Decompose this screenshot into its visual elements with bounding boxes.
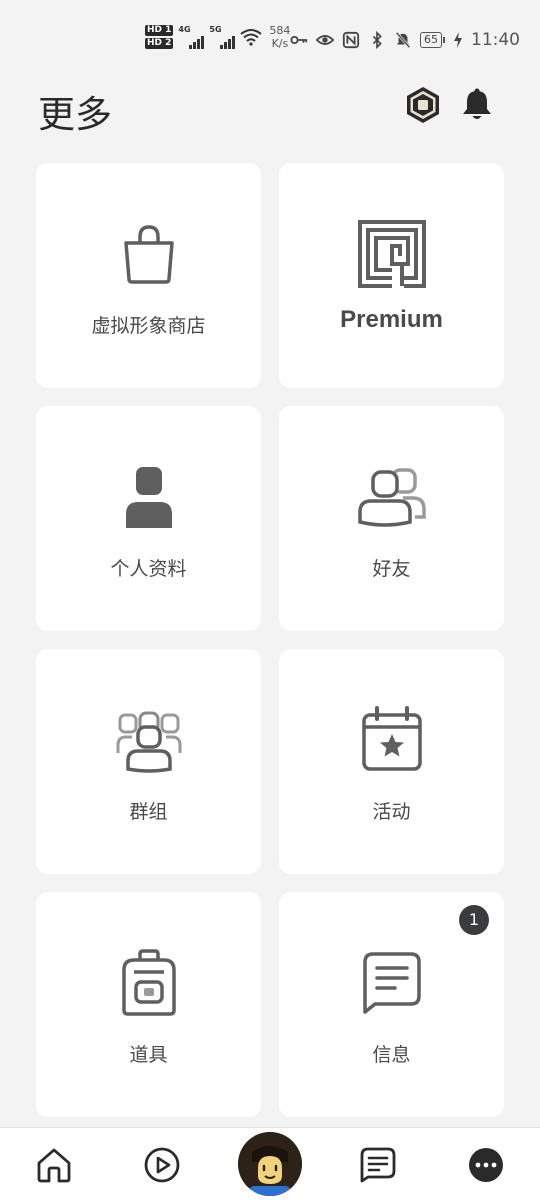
tile-label: 道具 bbox=[129, 1044, 168, 1066]
status-bar: HD 1 HD 2 4G 5G 584 K/s 65 11:40 bbox=[0, 0, 540, 80]
tile-profile[interactable]: 个人资料 bbox=[36, 406, 261, 631]
tile-inventory[interactable]: 道具 bbox=[36, 892, 261, 1117]
tile-friends[interactable]: 好友 bbox=[279, 406, 504, 631]
message-icon bbox=[362, 952, 421, 1014]
friends-icon bbox=[357, 468, 426, 527]
status-bar-left: HD 1 HD 2 4G 5G 584 K/s bbox=[145, 24, 290, 50]
nfc-icon bbox=[342, 31, 360, 49]
tile-messages[interactable]: 1 信息 bbox=[279, 892, 504, 1117]
signal-bars-icon bbox=[220, 36, 236, 49]
net2-label: 5G bbox=[209, 25, 222, 34]
speed-unit: K/s bbox=[271, 37, 289, 50]
chat-icon bbox=[360, 1147, 396, 1183]
tile-label: 虚拟形象商店 bbox=[91, 315, 206, 337]
backpack-icon bbox=[121, 949, 176, 1016]
more-menu-grid: 虚拟形象商店 Premium 个人资料 好友 群组 活动 道具 1 信息 bbox=[36, 163, 504, 1117]
hd2-label: HD 2 bbox=[145, 38, 174, 49]
tile-avatar-shop[interactable]: 虚拟形象商店 bbox=[36, 163, 261, 388]
signal-bars-icon bbox=[189, 36, 205, 49]
tile-label: 信息 bbox=[372, 1044, 411, 1066]
tile-label: 个人资料 bbox=[110, 558, 187, 580]
tile-label: Premium bbox=[340, 306, 443, 333]
page-title: 更多 bbox=[38, 93, 112, 136]
notifications-button[interactable] bbox=[458, 86, 496, 124]
robux-button[interactable] bbox=[404, 86, 442, 124]
avatar-image bbox=[238, 1132, 302, 1196]
tile-groups[interactable]: 群组 bbox=[36, 649, 261, 874]
clock: 11:40 bbox=[471, 30, 520, 50]
signal-5g: 5G bbox=[209, 25, 236, 49]
robux-icon bbox=[407, 87, 439, 123]
battery-icon: 65 bbox=[420, 32, 445, 48]
bluetooth-icon bbox=[372, 31, 382, 49]
hd-indicators: HD 1 HD 2 bbox=[145, 25, 174, 49]
tile-label: 好友 bbox=[372, 558, 411, 580]
tile-premium[interactable]: Premium bbox=[279, 163, 504, 388]
avatar[interactable] bbox=[238, 1132, 302, 1196]
net1-label: 4G bbox=[178, 25, 191, 34]
tile-label: 活动 bbox=[372, 801, 411, 823]
key-icon bbox=[290, 35, 308, 45]
unread-badge: 1 bbox=[459, 905, 489, 935]
network-speed: 584 K/s bbox=[269, 24, 290, 50]
nav-chat[interactable] bbox=[358, 1145, 398, 1185]
bell-icon bbox=[463, 88, 491, 119]
profile-icon bbox=[125, 467, 172, 528]
premium-icon bbox=[357, 220, 426, 288]
tile-events[interactable]: 活动 bbox=[279, 649, 504, 874]
charging-icon bbox=[454, 32, 462, 48]
battery-level: 65 bbox=[420, 32, 442, 48]
hd1-label: HD 1 bbox=[145, 25, 174, 36]
tile-label: 群组 bbox=[129, 801, 168, 823]
status-bar-right: 65 11:40 bbox=[290, 30, 520, 50]
calendar-star-icon bbox=[361, 706, 422, 771]
wifi-icon bbox=[240, 29, 263, 46]
play-icon bbox=[144, 1147, 180, 1183]
nav-more[interactable] bbox=[466, 1145, 506, 1185]
groups-icon bbox=[116, 711, 181, 773]
speed-value: 584 bbox=[269, 24, 291, 37]
eye-icon bbox=[316, 35, 334, 45]
mute-icon bbox=[395, 31, 411, 49]
shopping-bag-icon bbox=[123, 225, 174, 284]
more-icon bbox=[469, 1148, 503, 1182]
home-icon bbox=[37, 1148, 71, 1183]
bottom-navigation bbox=[0, 1127, 540, 1200]
nav-discover[interactable] bbox=[142, 1145, 182, 1185]
nav-home[interactable] bbox=[34, 1145, 74, 1185]
signal-4g: 4G bbox=[178, 25, 205, 49]
